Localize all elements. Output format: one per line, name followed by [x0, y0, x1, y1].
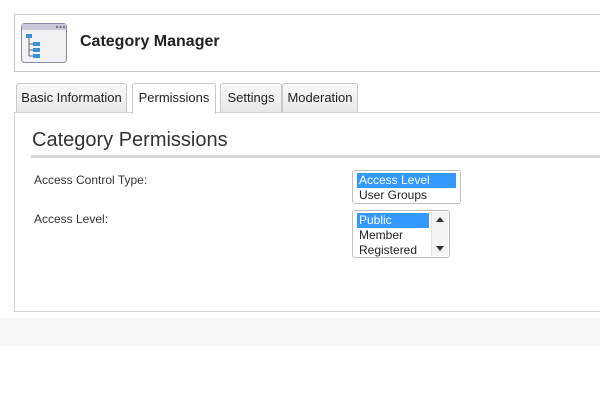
option-registered[interactable]: Registered	[357, 243, 429, 258]
tab-settings[interactable]: Settings	[220, 83, 282, 113]
scroll-down-icon[interactable]	[436, 246, 444, 251]
access-control-type-listbox[interactable]: Access Level User Groups	[352, 170, 461, 204]
section-title: Category Permissions	[32, 129, 228, 151]
listbox-scrollbar[interactable]	[431, 212, 448, 256]
access-control-type-label: Access Control Type:	[34, 173, 148, 187]
category-tree-icon	[21, 23, 67, 63]
tab-permissions[interactable]: Permissions	[132, 83, 216, 114]
tab-basic-information[interactable]: Basic Information	[16, 83, 127, 113]
access-level-listbox[interactable]: Public Member Registered	[352, 210, 450, 258]
permissions-panel: Category Permissions Access Control Type…	[14, 112, 600, 312]
page-title: Category Manager	[80, 33, 220, 50]
option-user-groups[interactable]: User Groups	[357, 188, 456, 203]
scroll-up-icon[interactable]	[436, 217, 444, 222]
footer-band	[0, 318, 600, 346]
option-access-level[interactable]: Access Level	[357, 173, 456, 188]
tab-moderation[interactable]: Moderation	[282, 83, 358, 113]
option-public[interactable]: Public	[357, 213, 429, 228]
access-level-label: Access Level:	[34, 212, 109, 226]
option-member[interactable]: Member	[357, 228, 429, 243]
page-header: Category Manager	[14, 14, 600, 72]
section-divider	[31, 155, 600, 158]
